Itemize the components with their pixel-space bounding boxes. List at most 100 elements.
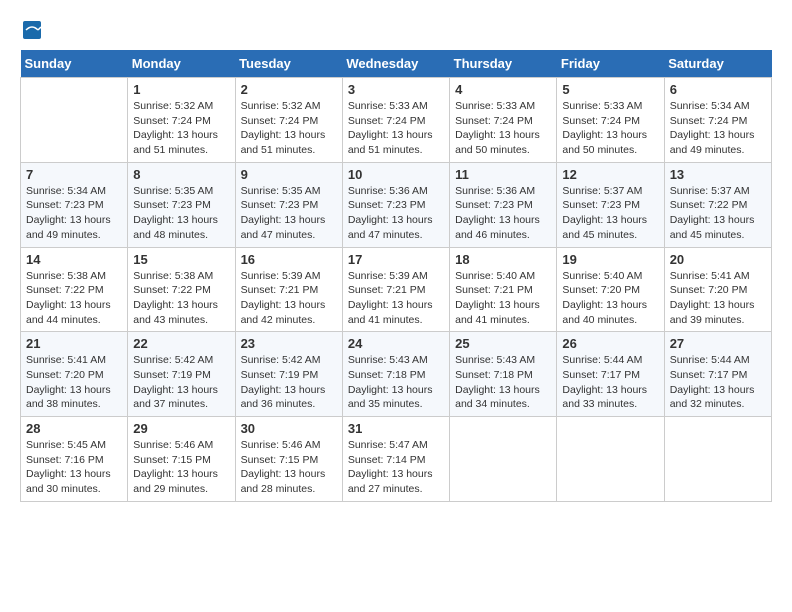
calendar-header: SundayMondayTuesdayWednesdayThursdayFrid…	[21, 50, 772, 78]
day-number: 22	[133, 336, 229, 351]
calendar-cell: 24 Sunrise: 5:43 AMSunset: 7:18 PMDayligh…	[342, 332, 449, 417]
day-info: Sunrise: 5:36 AMSunset: 7:23 PMDaylight:…	[455, 184, 551, 243]
day-info: Sunrise: 5:33 AMSunset: 7:24 PMDaylight:…	[455, 99, 551, 158]
day-info: Sunrise: 5:39 AMSunset: 7:21 PMDaylight:…	[348, 269, 444, 328]
day-info: Sunrise: 5:42 AMSunset: 7:19 PMDaylight:…	[241, 353, 337, 412]
day-number: 23	[241, 336, 337, 351]
day-info: Sunrise: 5:32 AMSunset: 7:24 PMDaylight:…	[133, 99, 229, 158]
day-info: Sunrise: 5:47 AMSunset: 7:14 PMDaylight:…	[348, 438, 444, 497]
day-number: 11	[455, 167, 551, 182]
weekday-header-saturday: Saturday	[664, 50, 771, 78]
day-number: 7	[26, 167, 122, 182]
calendar-week-row: 1 Sunrise: 5:32 AMSunset: 7:24 PMDaylight…	[21, 78, 772, 163]
calendar-cell: 30 Sunrise: 5:46 AMSunset: 7:15 PMDayligh…	[235, 417, 342, 502]
day-number: 18	[455, 252, 551, 267]
calendar-table: SundayMondayTuesdayWednesdayThursdayFrid…	[20, 50, 772, 502]
day-number: 16	[241, 252, 337, 267]
day-info: Sunrise: 5:34 AMSunset: 7:24 PMDaylight:…	[670, 99, 766, 158]
calendar-cell: 1 Sunrise: 5:32 AMSunset: 7:24 PMDaylight…	[128, 78, 235, 163]
day-number: 14	[26, 252, 122, 267]
calendar-cell: 11 Sunrise: 5:36 AMSunset: 7:23 PMDayligh…	[450, 162, 557, 247]
day-info: Sunrise: 5:33 AMSunset: 7:24 PMDaylight:…	[348, 99, 444, 158]
day-number: 24	[348, 336, 444, 351]
calendar-week-row: 28 Sunrise: 5:45 AMSunset: 7:16 PMDayligh…	[21, 417, 772, 502]
day-info: Sunrise: 5:35 AMSunset: 7:23 PMDaylight:…	[133, 184, 229, 243]
calendar-cell: 13 Sunrise: 5:37 AMSunset: 7:22 PMDayligh…	[664, 162, 771, 247]
day-info: Sunrise: 5:40 AMSunset: 7:21 PMDaylight:…	[455, 269, 551, 328]
calendar-cell: 26 Sunrise: 5:44 AMSunset: 7:17 PMDayligh…	[557, 332, 664, 417]
day-info: Sunrise: 5:42 AMSunset: 7:19 PMDaylight:…	[133, 353, 229, 412]
day-info: Sunrise: 5:36 AMSunset: 7:23 PMDaylight:…	[348, 184, 444, 243]
calendar-cell	[450, 417, 557, 502]
day-info: Sunrise: 5:40 AMSunset: 7:20 PMDaylight:…	[562, 269, 658, 328]
calendar-cell	[21, 78, 128, 163]
calendar-cell: 21Sunrise: 5:41 AMSunset: 7:20 PMDayligh…	[21, 332, 128, 417]
calendar-cell: 15Sunrise: 5:38 AMSunset: 7:22 PMDayligh…	[128, 247, 235, 332]
calendar-body: 1 Sunrise: 5:32 AMSunset: 7:24 PMDaylight…	[21, 78, 772, 502]
calendar-cell: 6Sunrise: 5:34 AMSunset: 7:24 PMDaylight…	[664, 78, 771, 163]
calendar-cell: 22 Sunrise: 5:42 AMSunset: 7:19 PMDayligh…	[128, 332, 235, 417]
day-info: Sunrise: 5:44 AMSunset: 7:17 PMDaylight:…	[670, 353, 766, 412]
day-number: 3	[348, 82, 444, 97]
weekday-header-friday: Friday	[557, 50, 664, 78]
day-number: 29	[133, 421, 229, 436]
calendar-cell: 16 Sunrise: 5:39 AMSunset: 7:21 PMDayligh…	[235, 247, 342, 332]
calendar-cell: 10 Sunrise: 5:36 AMSunset: 7:23 PMDayligh…	[342, 162, 449, 247]
day-number: 10	[348, 167, 444, 182]
day-info: Sunrise: 5:35 AMSunset: 7:23 PMDaylight:…	[241, 184, 337, 243]
day-number: 17	[348, 252, 444, 267]
day-info: Sunrise: 5:39 AMSunset: 7:21 PMDaylight:…	[241, 269, 337, 328]
calendar-cell: 19 Sunrise: 5:40 AMSunset: 7:20 PMDayligh…	[557, 247, 664, 332]
calendar-week-row: 21Sunrise: 5:41 AMSunset: 7:20 PMDayligh…	[21, 332, 772, 417]
day-number: 25	[455, 336, 551, 351]
weekday-header-row: SundayMondayTuesdayWednesdayThursdayFrid…	[21, 50, 772, 78]
calendar-week-row: 14 Sunrise: 5:38 AMSunset: 7:22 PMDayligh…	[21, 247, 772, 332]
logo-icon	[22, 20, 42, 40]
day-info: Sunrise: 5:37 AMSunset: 7:22 PMDaylight:…	[670, 184, 766, 243]
calendar-cell: 27Sunrise: 5:44 AMSunset: 7:17 PMDayligh…	[664, 332, 771, 417]
day-number: 19	[562, 252, 658, 267]
calendar-cell: 8 Sunrise: 5:35 AMSunset: 7:23 PMDaylight…	[128, 162, 235, 247]
page-header	[20, 20, 772, 40]
day-number: 5	[562, 82, 658, 97]
day-info: Sunrise: 5:38 AMSunset: 7:22 PMDaylight:…	[26, 269, 122, 328]
calendar-cell: 2 Sunrise: 5:32 AMSunset: 7:24 PMDaylight…	[235, 78, 342, 163]
day-number: 8	[133, 167, 229, 182]
calendar-cell: 3 Sunrise: 5:33 AMSunset: 7:24 PMDaylight…	[342, 78, 449, 163]
calendar-cell: 25 Sunrise: 5:43 AMSunset: 7:18 PMDayligh…	[450, 332, 557, 417]
calendar-cell: 28 Sunrise: 5:45 AMSunset: 7:16 PMDayligh…	[21, 417, 128, 502]
day-number: 1	[133, 82, 229, 97]
day-number: 13	[670, 167, 766, 182]
day-number: 28	[26, 421, 122, 436]
day-info: Sunrise: 5:45 AMSunset: 7:16 PMDaylight:…	[26, 438, 122, 497]
day-info: Sunrise: 5:43 AMSunset: 7:18 PMDaylight:…	[455, 353, 551, 412]
day-number: 20	[670, 252, 766, 267]
day-number: 15	[133, 252, 229, 267]
day-number: 2	[241, 82, 337, 97]
day-info: Sunrise: 5:32 AMSunset: 7:24 PMDaylight:…	[241, 99, 337, 158]
calendar-cell	[664, 417, 771, 502]
day-number: 9	[241, 167, 337, 182]
calendar-cell: 9 Sunrise: 5:35 AMSunset: 7:23 PMDaylight…	[235, 162, 342, 247]
day-number: 31	[348, 421, 444, 436]
calendar-cell: 7 Sunrise: 5:34 AMSunset: 7:23 PMDaylight…	[21, 162, 128, 247]
day-number: 30	[241, 421, 337, 436]
calendar-cell: 20Sunrise: 5:41 AMSunset: 7:20 PMDayligh…	[664, 247, 771, 332]
weekday-header-thursday: Thursday	[450, 50, 557, 78]
logo	[20, 20, 46, 40]
calendar-cell: 29 Sunrise: 5:46 AMSunset: 7:15 PMDayligh…	[128, 417, 235, 502]
day-info: Sunrise: 5:37 AMSunset: 7:23 PMDaylight:…	[562, 184, 658, 243]
day-info: Sunrise: 5:46 AMSunset: 7:15 PMDaylight:…	[133, 438, 229, 497]
weekday-header-sunday: Sunday	[21, 50, 128, 78]
day-info: Sunrise: 5:34 AMSunset: 7:23 PMDaylight:…	[26, 184, 122, 243]
day-info: Sunrise: 5:46 AMSunset: 7:15 PMDaylight:…	[241, 438, 337, 497]
weekday-header-monday: Monday	[128, 50, 235, 78]
day-info: Sunrise: 5:33 AMSunset: 7:24 PMDaylight:…	[562, 99, 658, 158]
day-info: Sunrise: 5:44 AMSunset: 7:17 PMDaylight:…	[562, 353, 658, 412]
day-info: Sunrise: 5:43 AMSunset: 7:18 PMDaylight:…	[348, 353, 444, 412]
weekday-header-tuesday: Tuesday	[235, 50, 342, 78]
day-number: 26	[562, 336, 658, 351]
calendar-cell: 23 Sunrise: 5:42 AMSunset: 7:19 PMDayligh…	[235, 332, 342, 417]
weekday-header-wednesday: Wednesday	[342, 50, 449, 78]
calendar-cell: 31 Sunrise: 5:47 AMSunset: 7:14 PMDayligh…	[342, 417, 449, 502]
